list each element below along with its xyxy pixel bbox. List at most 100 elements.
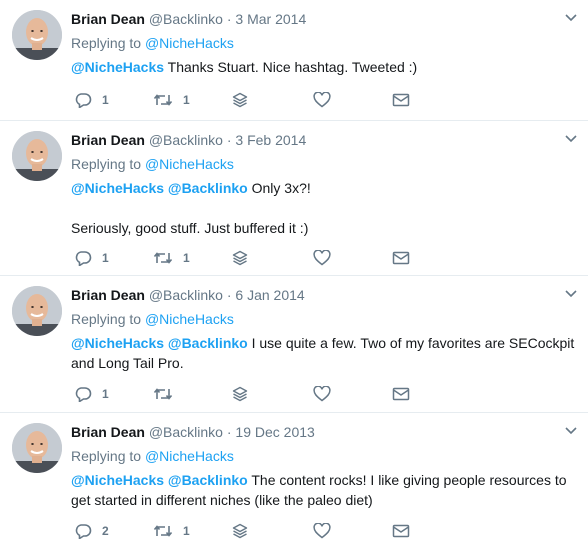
retweet-icon bbox=[153, 525, 173, 537]
stack-button[interactable] bbox=[232, 248, 248, 268]
retweet-button[interactable]: 1 bbox=[153, 248, 190, 268]
reply-icon bbox=[75, 524, 92, 539]
tweet[interactable]: Brian Dean @Backlinko · 19 Dec 2013 Repl… bbox=[0, 413, 588, 551]
heart-icon bbox=[313, 250, 331, 266]
mention-link[interactable]: @NicheHacks bbox=[71, 472, 164, 488]
reply-button[interactable]: 1 bbox=[74, 248, 109, 268]
retweet-button[interactable] bbox=[153, 384, 183, 404]
tweet[interactable]: Brian Dean @Backlinko · 6 Jan 2014 Reply… bbox=[0, 276, 588, 413]
stack-icon bbox=[232, 523, 248, 539]
author-name[interactable]: Brian Dean bbox=[71, 132, 145, 148]
envelope-icon bbox=[392, 524, 410, 538]
heart-icon bbox=[313, 386, 331, 402]
tweet-actions: 1 1 bbox=[71, 248, 431, 268]
stack-button[interactable] bbox=[232, 90, 248, 110]
separator: · bbox=[226, 424, 232, 440]
tweet-date[interactable]: 3 Mar 2014 bbox=[235, 11, 306, 27]
heart-icon bbox=[313, 523, 331, 539]
tweet-actions: 1 1 bbox=[71, 90, 431, 110]
author-handle[interactable]: @Backlinko bbox=[149, 287, 223, 303]
author-name[interactable]: Brian Dean bbox=[71, 424, 145, 440]
author-handle[interactable]: @Backlinko bbox=[149, 132, 223, 148]
like-button[interactable] bbox=[313, 521, 331, 541]
replying-prefix: Replying to bbox=[71, 35, 142, 51]
tweet-text-line: get started in different niches (like th… bbox=[71, 492, 373, 508]
retweet-count: 1 bbox=[183, 524, 190, 538]
stack-icon bbox=[232, 386, 248, 402]
stack-button[interactable] bbox=[232, 384, 248, 404]
avatar[interactable] bbox=[12, 286, 62, 336]
mention-link[interactable]: @Backlinko bbox=[168, 335, 248, 351]
replying-to-link[interactable]: @NicheHacks bbox=[145, 448, 234, 464]
tweet[interactable]: Brian Dean @Backlinko · 3 Feb 2014 Reply… bbox=[0, 121, 588, 276]
author-handle[interactable]: @Backlinko bbox=[149, 11, 223, 27]
mention-link[interactable]: @Backlinko bbox=[168, 472, 248, 488]
replying-to-link[interactable]: @NicheHacks bbox=[145, 311, 234, 327]
tweet-text-line: and Long Tail Pro. bbox=[71, 355, 184, 371]
replying-to-link[interactable]: @NicheHacks bbox=[145, 35, 234, 51]
avatar[interactable] bbox=[12, 131, 62, 181]
tweet-text: @NicheHacks @Backlinko I use quite a few… bbox=[71, 333, 576, 373]
tweet-header: Brian Dean @Backlinko · 3 Mar 2014 bbox=[71, 10, 306, 28]
tweet-feed: Brian Dean @Backlinko · 3 Mar 2014 Reply… bbox=[0, 0, 588, 551]
envelope-icon bbox=[392, 93, 410, 107]
reply-count: 2 bbox=[102, 524, 109, 538]
replying-to-link[interactable]: @NicheHacks bbox=[145, 156, 234, 172]
stack-icon bbox=[232, 250, 248, 266]
tweet-actions: 1 bbox=[71, 384, 431, 404]
reply-count: 1 bbox=[102, 251, 109, 265]
tweet-header: Brian Dean @Backlinko · 6 Jan 2014 bbox=[71, 286, 305, 304]
stack-button[interactable] bbox=[232, 521, 248, 541]
direct-message-button[interactable] bbox=[392, 384, 410, 404]
separator: · bbox=[226, 132, 232, 148]
reply-icon bbox=[75, 93, 92, 108]
retweet-button[interactable]: 1 bbox=[153, 90, 190, 110]
like-button[interactable] bbox=[313, 248, 331, 268]
reply-icon bbox=[75, 251, 92, 266]
replying-to: Replying to @NicheHacks bbox=[71, 155, 234, 173]
direct-message-button[interactable] bbox=[392, 90, 410, 110]
tweet-text: @NicheHacks @Backlinko The content rocks… bbox=[71, 470, 576, 510]
author-name[interactable]: Brian Dean bbox=[71, 11, 145, 27]
author-name[interactable]: Brian Dean bbox=[71, 287, 145, 303]
direct-message-button[interactable] bbox=[392, 248, 410, 268]
retweet-button[interactable]: 1 bbox=[153, 521, 190, 541]
chevron-down-icon[interactable] bbox=[564, 10, 578, 24]
replying-to: Replying to @NicheHacks bbox=[71, 310, 234, 328]
chevron-down-icon[interactable] bbox=[564, 131, 578, 145]
reply-icon bbox=[75, 387, 92, 402]
tweet-text-line: I use quite a few. Two of my favorites a… bbox=[247, 335, 575, 351]
reply-button[interactable]: 1 bbox=[74, 90, 109, 110]
reply-count: 1 bbox=[102, 387, 109, 401]
replying-to: Replying to @NicheHacks bbox=[71, 34, 234, 52]
direct-message-button[interactable] bbox=[392, 521, 410, 541]
mention-link[interactable]: @NicheHacks bbox=[71, 180, 164, 196]
replying-prefix: Replying to bbox=[71, 156, 142, 172]
separator: · bbox=[226, 287, 232, 303]
replying-prefix: Replying to bbox=[71, 311, 142, 327]
tweet-text: @NicheHacks Thanks Stuart. Nice hashtag.… bbox=[71, 57, 576, 77]
mention-link[interactable]: @NicheHacks bbox=[71, 59, 164, 75]
tweet[interactable]: Brian Dean @Backlinko · 3 Mar 2014 Reply… bbox=[0, 0, 588, 121]
avatar[interactable] bbox=[12, 423, 62, 473]
like-button[interactable] bbox=[313, 384, 331, 404]
avatar[interactable] bbox=[12, 10, 62, 60]
tweet-date[interactable]: 6 Jan 2014 bbox=[235, 287, 304, 303]
tweet-text-line: Seriously, good stuff. Just buffered it … bbox=[71, 220, 309, 236]
mention-link[interactable]: @NicheHacks bbox=[71, 335, 164, 351]
author-handle[interactable]: @Backlinko bbox=[149, 424, 223, 440]
retweet-icon bbox=[153, 252, 173, 264]
chevron-down-icon[interactable] bbox=[564, 423, 578, 437]
reply-button[interactable]: 1 bbox=[74, 384, 109, 404]
stack-icon bbox=[232, 92, 248, 108]
retweet-count: 1 bbox=[183, 93, 190, 107]
mention-link[interactable]: @Backlinko bbox=[168, 180, 248, 196]
like-button[interactable] bbox=[313, 90, 331, 110]
envelope-icon bbox=[392, 387, 410, 401]
tweet-date[interactable]: 19 Dec 2013 bbox=[235, 424, 314, 440]
envelope-icon bbox=[392, 251, 410, 265]
tweet-date[interactable]: 3 Feb 2014 bbox=[235, 132, 306, 148]
tweet-text: @NicheHacks @Backlinko Only 3x?! Serious… bbox=[71, 178, 576, 238]
chevron-down-icon[interactable] bbox=[564, 286, 578, 300]
reply-button[interactable]: 2 bbox=[74, 521, 109, 541]
